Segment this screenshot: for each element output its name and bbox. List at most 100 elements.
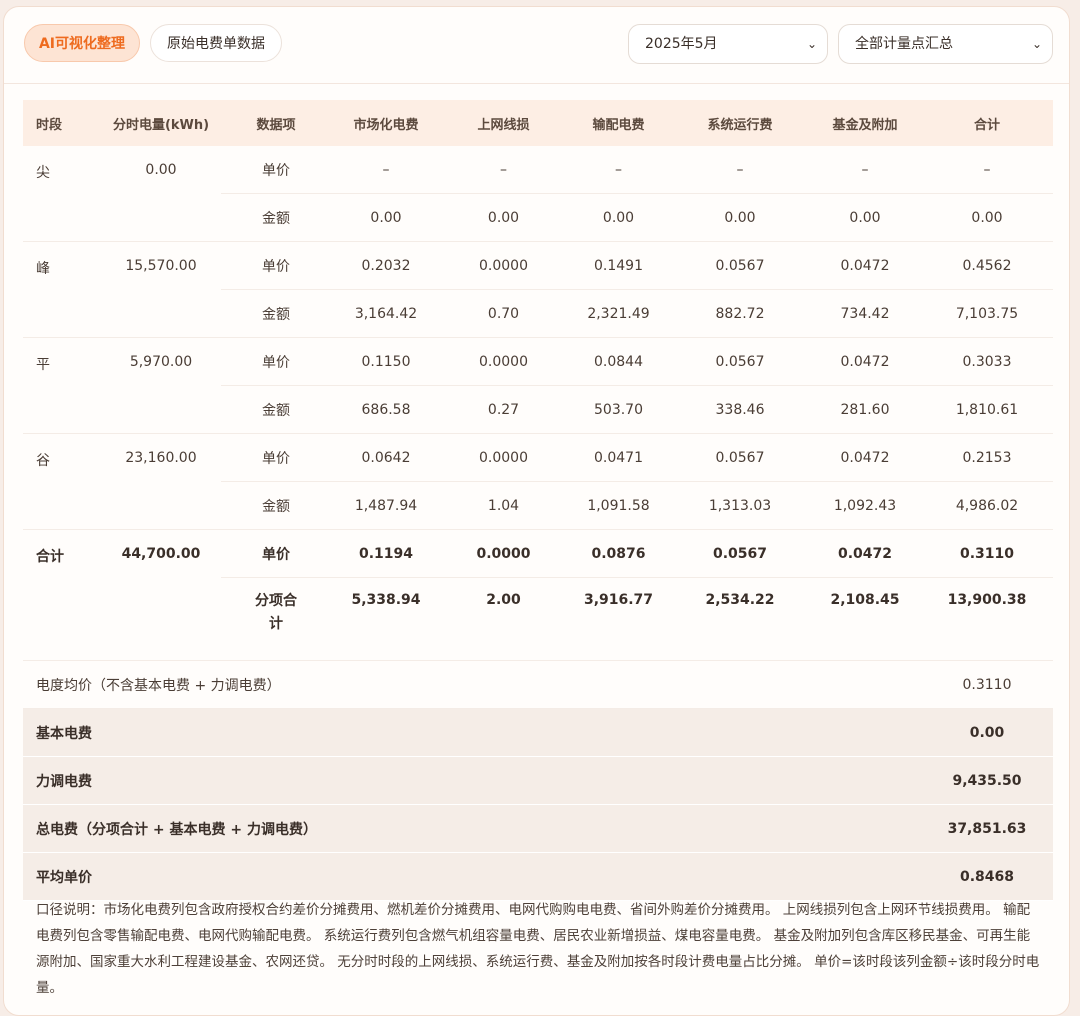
table-row: 峰 15,570.00 单价 0.2032 0.0000 0.1491 0.0567 0.04… — [23, 241, 1053, 338]
amount-cell: 0.00 — [331, 193, 441, 242]
summary-value: 0.8468 — [921, 852, 1053, 901]
avg-price-label: 电度均价（不含基本电费 + 力调电费） — [23, 660, 921, 709]
price-cell: 0.0000 — [441, 529, 566, 578]
item-label-line: 分项合 — [255, 593, 297, 609]
amount-cell: 4,986.02 — [921, 481, 1053, 530]
amount-cell: 1,487.94 — [331, 481, 441, 530]
table-row: 尖 0.00 单价 – – – – – – — [23, 146, 1053, 242]
amount-cell: 2.00 — [441, 577, 566, 661]
amount-cell: 3,164.42 — [331, 289, 441, 338]
price-cell: – — [921, 146, 1053, 194]
toolbar: AI可视化整理 原始电费单数据 2025年5月 ⌄ 全部计量点汇总 ⌄ — [4, 7, 1069, 84]
amount-cell: 1,313.03 — [671, 481, 809, 530]
item-label-line: 计 — [269, 616, 283, 632]
amount-cell: 503.70 — [566, 385, 671, 434]
period-label: 合计 — [23, 529, 101, 661]
price-cell: – — [671, 146, 809, 194]
amount-cell: 0.27 — [441, 385, 566, 434]
price-cell: 0.0844 — [566, 337, 671, 386]
price-cell: 0.0567 — [671, 433, 809, 482]
price-cell: 0.0472 — [809, 337, 921, 386]
col-header-period: 时段 — [23, 100, 101, 146]
tab-ai-visualization[interactable]: AI可视化整理 — [24, 24, 140, 62]
col-header-line-loss: 上网线损 — [441, 100, 566, 146]
item-label: 金额 — [221, 481, 331, 530]
table-header-row: 时段 分时电量(kWh) 数据项 市场化电费 上网线损 输配电费 系统运行费 基… — [23, 100, 1053, 146]
summary-label: 力调电费 — [23, 756, 921, 805]
period-label: 尖 — [23, 146, 101, 242]
table-row: 合计 44,700.00 单价 0.1194 0.0000 0.0876 0.0567 0.0… — [23, 529, 1053, 661]
price-cell: 0.0567 — [671, 529, 809, 578]
summary-label: 总电费（分项合计 + 基本电费 + 力调电费） — [23, 804, 921, 853]
price-cell: – — [566, 146, 671, 194]
summary-label: 平均单价 — [23, 852, 921, 901]
amount-cell: 0.70 — [441, 289, 566, 338]
summary-row-average-price: 平均单价 0.8468 — [23, 852, 1053, 901]
amount-cell: 3,916.77 — [566, 577, 671, 661]
price-cell: 0.4562 — [921, 241, 1053, 290]
amount-cell: 734.42 — [809, 289, 921, 338]
item-label: 金额 — [221, 385, 331, 434]
fee-table: 时段 分时电量(kWh) 数据项 市场化电费 上网线损 输配电费 系统运行费 基… — [23, 100, 1053, 901]
tab-raw-bill-data[interactable]: 原始电费单数据 — [150, 24, 282, 62]
amount-cell: 0.00 — [671, 193, 809, 242]
amount-cell: 686.58 — [331, 385, 441, 434]
price-cell: 0.0472 — [809, 433, 921, 482]
item-label: 金额 — [221, 193, 331, 242]
amount-cell: 0.00 — [441, 193, 566, 242]
methodology-note: 口径说明：市场化电费列包含政府授权合约差价分摊费用、燃机差价分摊费用、电网代购购… — [36, 902, 1040, 996]
col-header-total: 合计 — [921, 100, 1053, 146]
amount-cell: 1.04 — [441, 481, 566, 530]
price-cell: 0.0472 — [809, 529, 921, 578]
price-cell: 0.0876 — [566, 529, 671, 578]
item-label: 单价 — [221, 337, 331, 386]
amount-cell: 5,338.94 — [331, 577, 441, 661]
amount-cell: 1,810.61 — [921, 385, 1053, 434]
summary-row-total-fee: 总电费（分项合计 + 基本电费 + 力调电费） 37,851.63 — [23, 804, 1053, 853]
amount-cell: 338.46 — [671, 385, 809, 434]
price-cell: 0.0471 — [566, 433, 671, 482]
col-header-system-ops: 系统运行费 — [671, 100, 809, 146]
period-label: 谷 — [23, 433, 101, 530]
amount-cell: 1,091.58 — [566, 481, 671, 530]
period-energy: 15,570.00 — [101, 241, 221, 338]
price-cell: 0.0567 — [671, 337, 809, 386]
amount-cell: 0.00 — [809, 193, 921, 242]
amount-cell: 7,103.75 — [921, 289, 1053, 338]
amount-cell: 281.60 — [809, 385, 921, 434]
price-cell: 0.3110 — [921, 529, 1053, 578]
item-label: 单价 — [221, 241, 331, 290]
item-label: 单价 — [221, 146, 331, 194]
price-cell: 0.3033 — [921, 337, 1053, 386]
price-cell: 0.0642 — [331, 433, 441, 482]
amount-cell: 0.00 — [921, 193, 1053, 242]
col-header-market: 市场化电费 — [331, 100, 441, 146]
item-label: 金额 — [221, 289, 331, 338]
summary-value: 0.00 — [921, 708, 1053, 757]
summary-value: 37,851.63 — [921, 804, 1053, 853]
price-cell: 0.1491 — [566, 241, 671, 290]
meter-select-value: 全部计量点汇总 — [855, 36, 953, 52]
table-row: 平 5,970.00 单价 0.1150 0.0000 0.0844 0.0567 0.047… — [23, 337, 1053, 434]
price-cell: 0.2153 — [921, 433, 1053, 482]
period-label: 峰 — [23, 241, 101, 338]
month-select[interactable]: 2025年5月 ⌄ — [628, 24, 828, 64]
item-label: 单价 — [221, 529, 331, 578]
summary-label: 基本电费 — [23, 708, 921, 757]
price-cell: 0.0472 — [809, 241, 921, 290]
amount-cell: 882.72 — [671, 289, 809, 338]
period-energy: 5,970.00 — [101, 337, 221, 434]
avg-price-row: 电度均价（不含基本电费 + 力调电费） 0.3110 — [23, 660, 1053, 709]
col-header-funds: 基金及附加 — [809, 100, 921, 146]
item-label: 分项合计 — [221, 577, 331, 661]
avg-price-value: 0.3110 — [921, 660, 1053, 709]
price-cell: – — [441, 146, 566, 194]
meter-select[interactable]: 全部计量点汇总 ⌄ — [838, 24, 1053, 64]
period-energy: 44,700.00 — [101, 529, 221, 661]
price-cell: 0.0000 — [441, 241, 566, 290]
summary-row-power-factor-fee: 力调电费 9,435.50 — [23, 756, 1053, 805]
price-cell: – — [809, 146, 921, 194]
price-cell: 0.0567 — [671, 241, 809, 290]
summary-row-basic-fee: 基本电费 0.00 — [23, 708, 1053, 757]
amount-cell: 2,321.49 — [566, 289, 671, 338]
